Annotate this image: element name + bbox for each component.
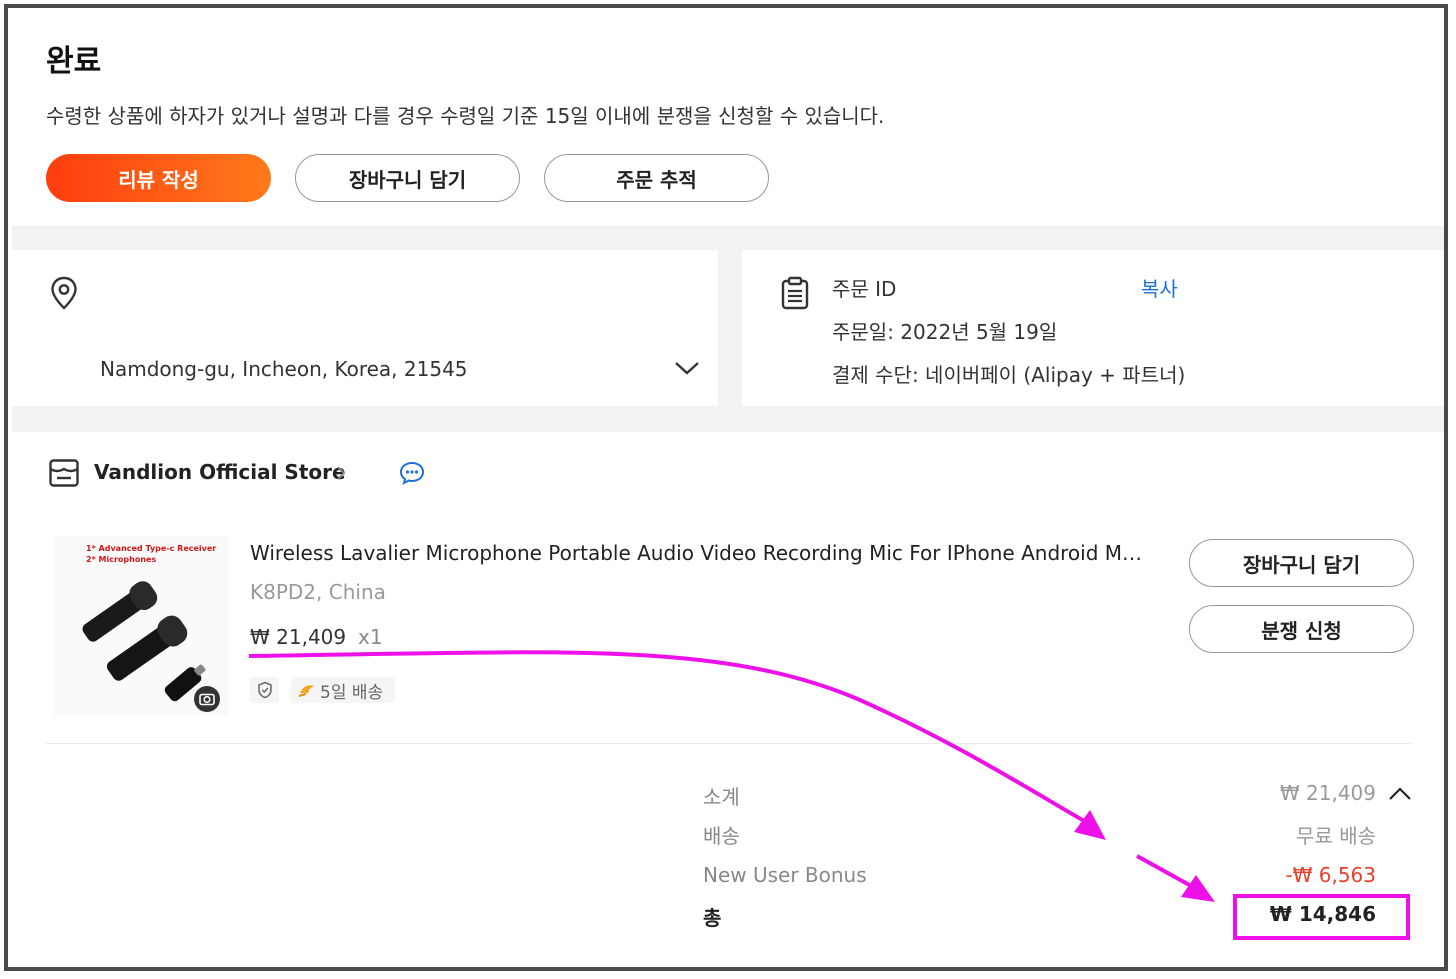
product-price: ₩ 21,409 (250, 625, 347, 649)
shipping-label: 배송 (703, 824, 740, 848)
chevron-up-icon[interactable] (1388, 786, 1412, 802)
write-review-button[interactable]: 리뷰 작성 (46, 154, 271, 202)
payment-method: 결제 수단: 네이버페이 (Alipay + 파트너) (832, 363, 1186, 387)
chevron-down-icon[interactable] (674, 360, 700, 376)
product-title[interactable]: Wireless Lavalier Microphone Portable Au… (250, 541, 1145, 565)
copy-order-id-link[interactable]: 복사 (1141, 273, 1178, 302)
delivery-time-label: 5일 배송 (320, 682, 384, 703)
track-order-button[interactable]: 주문 추적 (544, 154, 769, 202)
buyer-protection-tag (250, 677, 279, 703)
subtotal-value: ₩ 21,409 (1279, 781, 1376, 805)
shield-icon (257, 681, 272, 699)
fast-delivery-icon (298, 685, 314, 697)
location-pin-icon (51, 276, 77, 310)
product-variant: K8PD2, China (250, 580, 386, 604)
shipping-value: 무료 배송 (1296, 824, 1376, 848)
delivery-time-tag: 5일 배송 (291, 677, 395, 703)
item-add-to-cart-button[interactable]: 장바구니 담기 (1189, 539, 1414, 587)
total-highlight-box (1233, 894, 1410, 940)
order-status-title: 완료 (46, 44, 102, 79)
camera-icon[interactable] (193, 685, 221, 713)
product-quantity: x1 (358, 625, 383, 649)
chevron-right-icon[interactable] (335, 464, 347, 482)
add-to-cart-button[interactable]: 장바구니 담기 (295, 154, 520, 202)
clipboard-icon (781, 276, 809, 310)
subtotal-label: 소계 (703, 785, 740, 809)
open-dispute-button[interactable]: 분쟁 신청 (1189, 605, 1414, 653)
address-card (12, 250, 718, 406)
dispute-notice: 수령한 상품에 하자가 있거나 설명과 다를 경우 수령일 기준 15일 이내에… (46, 104, 885, 128)
product-image-caption: 1* Advanced Type-c Receiver (86, 544, 217, 553)
store-icon (49, 459, 79, 487)
order-date: 주문일: 2022년 5월 19일 (832, 320, 1058, 344)
product-image-caption: 2* Microphones (86, 555, 157, 564)
shipping-address: Namdong-gu, Incheon, Korea, 21545 (100, 357, 468, 381)
store-name-link[interactable]: Vandlion Official Store (94, 460, 346, 484)
new-user-bonus-label: New User Bonus (703, 863, 867, 887)
new-user-bonus-value: -₩ 6,563 (1285, 863, 1376, 887)
chat-icon[interactable] (399, 461, 425, 485)
section-divider (46, 743, 1412, 744)
total-label: 총 (703, 906, 722, 930)
order-id-label: 주문 ID (832, 277, 897, 301)
